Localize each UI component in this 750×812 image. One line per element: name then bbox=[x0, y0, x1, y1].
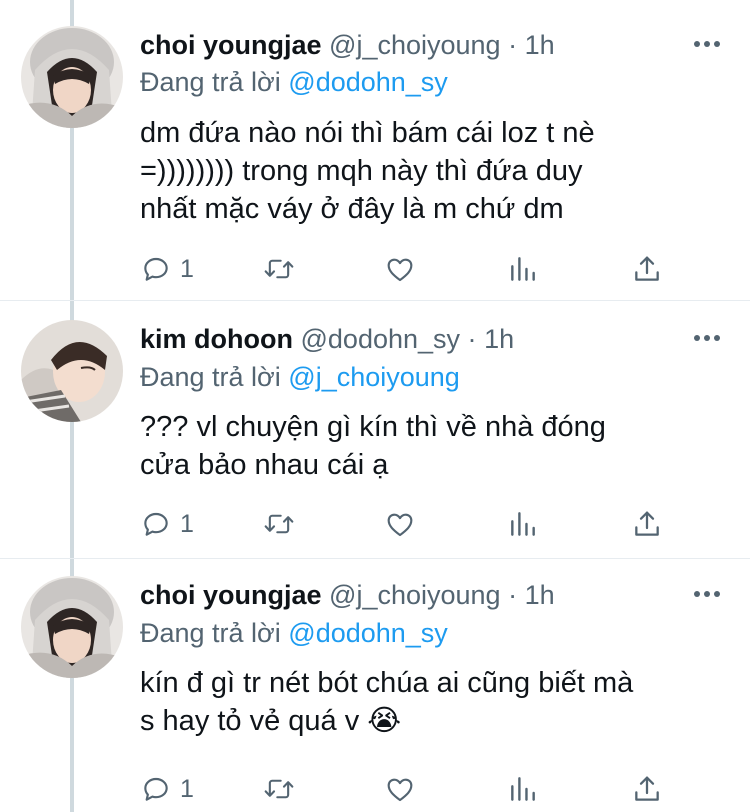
more-options-icon[interactable] bbox=[694, 41, 720, 49]
share-button[interactable] bbox=[632, 251, 662, 287]
separator-dot: · bbox=[508, 30, 518, 60]
display-name[interactable]: kim dohoon bbox=[140, 324, 293, 354]
share-icon bbox=[635, 256, 659, 281]
tweet-text-line: s hay tỏ vẻ quá v 😭 bbox=[140, 705, 402, 737]
reply-button[interactable]: 1 bbox=[140, 251, 194, 287]
like-icon bbox=[387, 778, 413, 802]
retweet-button[interactable] bbox=[262, 506, 296, 542]
analytics-icon bbox=[511, 777, 535, 801]
replying-to: Đang trả lời @dodohn_sy bbox=[140, 613, 448, 653]
like-icon bbox=[387, 258, 413, 282]
user-handle[interactable]: @dodohn_sy bbox=[301, 324, 461, 354]
share-icon bbox=[635, 511, 659, 536]
analytics-button[interactable] bbox=[508, 251, 538, 287]
mention-link[interactable]: @j_choiyoung bbox=[288, 362, 460, 392]
retweet-icon bbox=[264, 779, 294, 799]
like-button[interactable] bbox=[384, 506, 416, 542]
replying-to-label: Đang trả lời bbox=[140, 618, 281, 648]
analytics-icon bbox=[511, 512, 535, 536]
tweet[interactable]: choi youngjae @j_choiyoung · 1h Đang trả… bbox=[0, 558, 750, 812]
reply-count: 1 bbox=[180, 774, 194, 803]
retweet-icon bbox=[264, 259, 294, 279]
tweet-header: kim dohoon @dodohn_sy · 1h bbox=[140, 319, 660, 359]
like-button[interactable] bbox=[384, 251, 416, 287]
tweet-header: choi youngjae @j_choiyoung · 1h bbox=[140, 25, 660, 65]
like-button[interactable] bbox=[384, 771, 416, 807]
tweet-text-line: ??? vl chuyện gì kín thì về nhà đóng bbox=[140, 411, 606, 443]
like-icon bbox=[387, 513, 413, 537]
replying-to-label: Đang trả lời bbox=[140, 362, 281, 392]
reply-count: 1 bbox=[180, 254, 194, 283]
analytics-button[interactable] bbox=[508, 506, 538, 542]
tweet-text-line: nhất mặc váy ở đây là m chứ dm bbox=[140, 193, 564, 225]
share-icon bbox=[635, 776, 659, 801]
tweet-header: choi youngjae @j_choiyoung · 1h bbox=[140, 575, 660, 615]
reply-icon bbox=[144, 257, 168, 281]
tweet-text-line: kín đ gì tr nét bót chúa ai cũng biết mà bbox=[140, 667, 634, 699]
more-options-icon[interactable] bbox=[694, 335, 720, 343]
tweet[interactable]: choi youngjae @j_choiyoung · 1h Đang trả… bbox=[0, 0, 750, 300]
more-options-icon[interactable] bbox=[694, 591, 720, 599]
tweet-text: dm đứa nào nói thì bám cái loz t nè =)))… bbox=[140, 114, 730, 228]
tweet-text-line: =)))))))) trong mqh này thì đứa duy bbox=[140, 155, 583, 187]
timestamp[interactable]: 1h bbox=[484, 324, 514, 354]
action-bar: 1 bbox=[140, 506, 670, 542]
reply-button[interactable]: 1 bbox=[140, 506, 194, 542]
analytics-button[interactable] bbox=[508, 771, 538, 807]
reply-icon bbox=[144, 777, 168, 801]
timestamp[interactable]: 1h bbox=[525, 580, 555, 610]
replying-to: Đang trả lời @dodohn_sy bbox=[140, 62, 448, 102]
replying-to-label: Đang trả lời bbox=[140, 67, 281, 97]
avatar[interactable] bbox=[21, 576, 123, 678]
user-handle[interactable]: @j_choiyoung bbox=[329, 580, 501, 610]
reply-button[interactable]: 1 bbox=[140, 771, 194, 807]
avatar[interactable] bbox=[21, 26, 123, 128]
action-bar: 1 bbox=[140, 771, 670, 807]
tweet-text: ??? vl chuyện gì kín thì về nhà đóng cửa… bbox=[140, 408, 730, 484]
replying-to: Đang trả lời @j_choiyoung bbox=[140, 357, 460, 397]
analytics-icon bbox=[511, 257, 535, 281]
reply-count: 1 bbox=[180, 509, 194, 538]
mention-link[interactable]: @dodohn_sy bbox=[288, 67, 448, 97]
retweet-button[interactable] bbox=[262, 771, 296, 807]
tweet-text-line: dm đứa nào nói thì bám cái loz t nè bbox=[140, 117, 595, 149]
action-bar: 1 bbox=[140, 251, 670, 287]
tweet[interactable]: kim dohoon @dodohn_sy · 1h Đang trả lời … bbox=[0, 300, 750, 558]
tweet-text-line: cửa bảo nhau cái ạ bbox=[140, 449, 389, 481]
display-name[interactable]: choi youngjae bbox=[140, 30, 322, 60]
user-handle[interactable]: @j_choiyoung bbox=[329, 30, 501, 60]
reply-icon bbox=[144, 512, 168, 536]
mention-link[interactable]: @dodohn_sy bbox=[288, 618, 448, 648]
display-name[interactable]: choi youngjae bbox=[140, 580, 322, 610]
share-button[interactable] bbox=[632, 771, 662, 807]
retweet-button[interactable] bbox=[262, 251, 296, 287]
timestamp[interactable]: 1h bbox=[525, 30, 555, 60]
avatar[interactable] bbox=[21, 320, 123, 422]
separator-dot: · bbox=[508, 580, 518, 610]
tweet-text: kín đ gì tr nét bót chúa ai cũng biết mà… bbox=[140, 664, 730, 740]
share-button[interactable] bbox=[632, 506, 662, 542]
separator-dot: · bbox=[467, 324, 477, 354]
retweet-icon bbox=[264, 514, 294, 534]
